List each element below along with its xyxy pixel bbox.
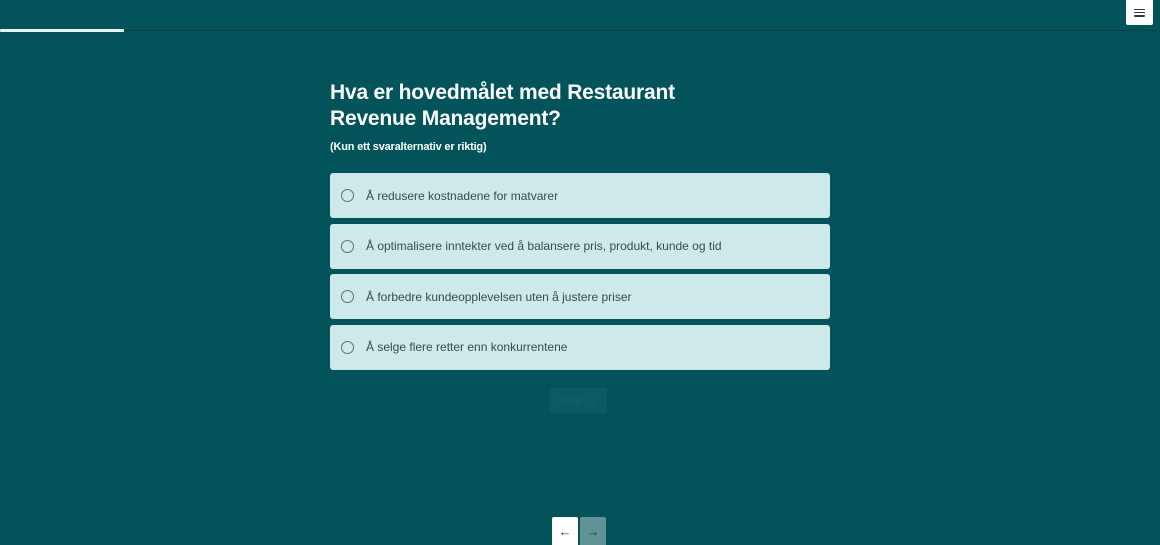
arrow-right-icon: →	[586, 523, 600, 539]
next-button[interactable]: →	[580, 517, 606, 545]
radio-button[interactable]	[341, 290, 354, 303]
check-circle-icon: ⊙	[587, 395, 597, 407]
progress-track	[0, 30, 1160, 31]
radio-button[interactable]	[341, 189, 354, 202]
answer-option-label: Å optimalisere inntekter ved å balansere…	[366, 239, 722, 253]
answer-options: Å redusere kostnadene for matvarer Å opt…	[330, 173, 830, 370]
radio-button[interactable]	[341, 239, 354, 253]
answer-option-label: Å forbedre kundeopplevelsen uten å juste…	[366, 289, 632, 304]
answer-option-label: Å selge flere retter enn konkurrentene	[366, 340, 568, 354]
slide-navigation: ← →	[552, 517, 606, 545]
quiz-container: Hva er hovedmålet med Restaurant Revenue…	[330, 80, 830, 375]
answer-option-4[interactable]: Å selge flere retter enn konkurrentene	[330, 324, 830, 370]
previous-button[interactable]: ←	[552, 517, 578, 545]
progress-bar	[0, 29, 124, 32]
hamburger-icon	[1134, 8, 1145, 17]
answer-option-2[interactable]: Å optimalisere inntekter ved å balansere…	[330, 223, 830, 269]
radio-button[interactable]	[341, 340, 354, 354]
question-hint: (Kun ett svaralternativ er riktig)	[330, 141, 487, 153]
submit-label: Svar	[560, 394, 583, 407]
submit-button[interactable]: Svar ⊙	[550, 388, 607, 413]
menu-button[interactable]	[1126, 0, 1153, 25]
answer-option-label: Å redusere kostnadene for matvarer	[366, 188, 559, 203]
answer-option-3[interactable]: Å forbedre kundeopplevelsen uten å juste…	[330, 274, 830, 319]
arrow-left-icon: ←	[558, 523, 572, 539]
answer-option-1[interactable]: Å redusere kostnadene for matvarer	[330, 173, 830, 218]
question-title: Hva er hovedmålet med Restaurant Revenue…	[330, 81, 675, 130]
